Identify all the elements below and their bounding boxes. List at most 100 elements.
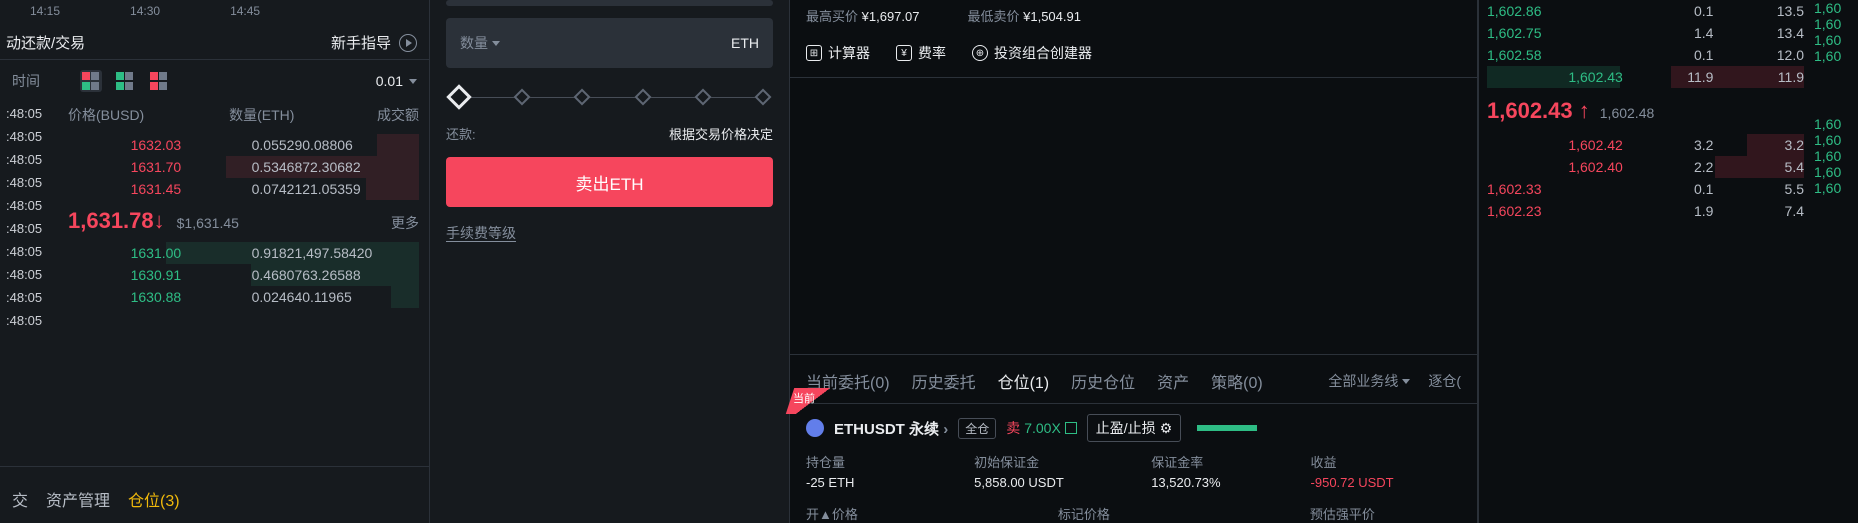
total-header: 成交额 xyxy=(294,105,419,125)
tab-positions[interactable]: 仓位(3) xyxy=(128,487,180,511)
calculator-tool[interactable]: ⊞计算器 xyxy=(806,43,870,63)
portfolio-builder-tool[interactable]: ⊕投资组合创建器 xyxy=(972,43,1092,63)
high-label: 最高买价 xyxy=(806,9,858,24)
qty-label: 数量 xyxy=(460,33,488,53)
slider-node[interactable] xyxy=(634,89,651,106)
bid-row[interactable]: 1,602.423.23.2 xyxy=(1487,134,1804,156)
quantity-input[interactable]: 数量 ETH xyxy=(446,18,773,68)
pnl-bar xyxy=(1197,425,1257,431)
foot-liq-price-label: 预估强平价 xyxy=(1310,504,1375,523)
ask-row[interactable]: 1,602.751.413.4 xyxy=(1487,22,1804,44)
chevron-down-icon xyxy=(409,79,417,84)
bid-row[interactable]: 1630.880.024640.11965 xyxy=(68,286,419,308)
adjust-icon: ⚙ xyxy=(1160,420,1173,437)
orderbook-layout-combined-icon[interactable] xyxy=(80,70,102,92)
fee-tool[interactable]: ¥费率 xyxy=(896,43,946,63)
more-link[interactable]: 更多 xyxy=(391,213,419,233)
slider-node[interactable] xyxy=(694,89,711,106)
tp-sl-button[interactable]: 止盈/止损 ⚙ xyxy=(1087,414,1181,442)
orderbook-layout-sell-icon[interactable] xyxy=(148,70,170,92)
granularity-value: 0.01 xyxy=(376,73,403,89)
margin-mode-badge[interactable]: 全仓 xyxy=(958,418,996,439)
ask-row[interactable]: 1631.700.5346872.30682 xyxy=(68,156,419,178)
pnl-label: 收益 xyxy=(1311,452,1461,471)
time-tick: 14:45 xyxy=(230,4,260,18)
mark-price: 1,602.48 xyxy=(1600,105,1655,121)
margin-label: 初始保证金 xyxy=(974,452,1151,471)
pnl-value: -950.72 USDT xyxy=(1311,475,1461,490)
chevron-down-icon xyxy=(1402,379,1410,384)
tab-position-history[interactable]: 历史仓位 xyxy=(1071,369,1135,393)
repay-value: 根据交易价格决定 xyxy=(669,124,773,143)
beginner-guide-link[interactable]: 新手指导 xyxy=(331,32,417,53)
time-column-header: 时间 xyxy=(12,71,40,91)
filter-isolated[interactable]: 逐仓( xyxy=(1428,371,1461,391)
ask-row[interactable]: 1,602.860.113.5 xyxy=(1487,0,1804,22)
play-icon xyxy=(399,34,417,52)
arrow-up-icon xyxy=(1579,98,1590,123)
tab-positions[interactable]: 仓位(1) xyxy=(998,369,1050,393)
filter-business-line[interactable]: 全部业务线 xyxy=(1328,371,1410,391)
edit-icon xyxy=(1065,422,1077,434)
depth-last-price: 1,602.43 xyxy=(1487,98,1590,124)
time-tick: 14:15 xyxy=(30,4,60,18)
high-value: ¥1,697.07 xyxy=(862,9,920,24)
chart-time-axis: 14:15 14:30 14:45 xyxy=(0,0,429,26)
qty-unit: ETH xyxy=(731,35,759,51)
bid-row[interactable]: 1,602.231.97.4 xyxy=(1487,200,1804,222)
ratio-value: 13,520.73% xyxy=(1151,475,1310,490)
slider-node[interactable] xyxy=(574,89,591,106)
position-row: 当前 ETHUSDT 永续 › 全仓 卖 7.00X 止盈/止损 ⚙ 持仓量-2… xyxy=(790,403,1477,502)
sell-button[interactable]: 卖出ETH xyxy=(446,157,773,207)
tab-order-history[interactable]: 历史委托 xyxy=(912,369,976,393)
position-symbol[interactable]: ETHUSDT 永续 › xyxy=(834,418,948,439)
chevron-down-icon xyxy=(492,41,500,46)
last-price-usd: $1,631.45 xyxy=(177,215,239,231)
foot-entry-price-label: 开▲价格 xyxy=(806,504,858,523)
left-panel: 14:15 14:30 14:45 动还款/交易 新手指导 时间 0.01 xyxy=(0,0,430,523)
ask-row[interactable]: 1632.030.055290.08806 xyxy=(68,134,419,156)
bid-row[interactable]: 1631.000.91821,497.58420 xyxy=(68,242,419,264)
trades-time-column: :48:05:48:05 :48:05:48:05 :48:05:48:05 :… xyxy=(0,102,58,332)
ask-row[interactable]: 1,602.4311.911.9 xyxy=(1487,66,1804,88)
price-header: 价格(BUSD) xyxy=(68,105,181,125)
repay-label: 还款: xyxy=(446,124,476,143)
time-tick: 14:30 xyxy=(130,4,160,18)
auto-repay-toggle-label: 动还款/交易 xyxy=(6,32,85,53)
low-value: ¥1,504.91 xyxy=(1023,9,1081,24)
order-form: 数量 ETH 还款: 根据交易价格决定 卖出ETH 手续费等级 xyxy=(430,0,790,523)
slider-node[interactable] xyxy=(754,89,771,106)
last-price: 1,631.78 xyxy=(68,208,165,234)
bid-row[interactable]: 1,602.330.15.5 xyxy=(1487,178,1804,200)
slider-node[interactable] xyxy=(514,89,531,106)
tab-trade[interactable]: 交 xyxy=(12,487,28,511)
tab-strategy[interactable]: 策略(0) xyxy=(1211,369,1263,393)
orderbook: 价格(BUSD) 数量(ETH) 成交额 1632.030.055290.088… xyxy=(58,102,429,332)
orderbook-layout-buy-icon[interactable] xyxy=(114,70,136,92)
top-divider xyxy=(446,0,773,6)
size-value: -25 ETH xyxy=(806,475,974,490)
bid-row[interactable]: 1,602.402.25.4 xyxy=(1487,156,1804,178)
percentage-slider[interactable] xyxy=(446,88,773,106)
fee-icon: ¥ xyxy=(896,45,912,61)
bid-row[interactable]: 1630.910.4680763.26588 xyxy=(68,264,419,286)
side-label: 卖 xyxy=(1006,418,1020,438)
size-label: 持仓量 xyxy=(806,452,974,471)
depth-extra-column: 1,601,60 1,601,60 1,601,60 1,601,60 1,60 xyxy=(1812,0,1858,523)
eth-icon xyxy=(806,419,824,437)
orderbook-granularity-select[interactable]: 0.01 xyxy=(376,73,417,89)
tab-assets[interactable]: 资产 xyxy=(1157,369,1189,393)
right-panel: 最高买价 ¥1,697.07 最低卖价 ¥1,504.91 ⊞计算器 ¥费率 ⊕… xyxy=(790,0,1858,523)
ask-row[interactable]: 1,602.580.112.0 xyxy=(1487,44,1804,66)
current-tag: 当前 xyxy=(786,388,840,414)
margin-value: 5,858.00 USDT xyxy=(974,475,1151,490)
guide-label: 新手指导 xyxy=(331,32,391,53)
ask-row[interactable]: 1631.450.0742121.05359 xyxy=(68,178,419,200)
globe-icon: ⊕ xyxy=(972,45,988,61)
calculator-icon: ⊞ xyxy=(806,45,822,61)
qty-header: 数量(ETH) xyxy=(181,105,294,125)
fee-tier-link[interactable]: 手续费等级 xyxy=(446,225,516,241)
tab-assets[interactable]: 资产管理 xyxy=(46,487,110,511)
slider-node[interactable] xyxy=(446,84,471,109)
leverage-edit[interactable]: 卖 7.00X xyxy=(1006,418,1077,438)
